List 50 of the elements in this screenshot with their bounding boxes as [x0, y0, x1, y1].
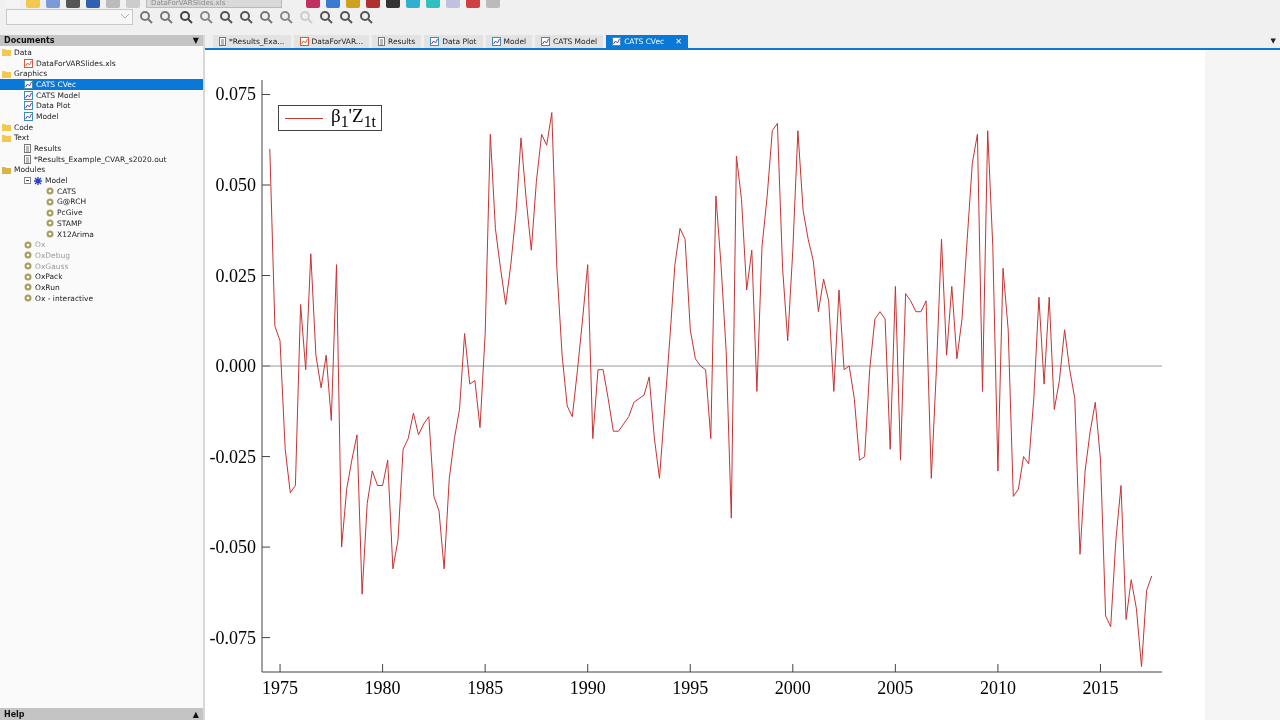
caret-icon	[121, 14, 129, 19]
toolbar-icon[interactable]	[239, 9, 253, 24]
x-tick-label: 2000	[774, 678, 811, 698]
graph-icon	[491, 37, 501, 46]
snowflake-icon	[34, 176, 42, 185]
magnifier-icon[interactable]	[159, 9, 173, 24]
y-tick-label: 0.025	[215, 265, 256, 286]
toolbar-icon[interactable]	[339, 9, 353, 24]
x-tick-label: 1975	[262, 678, 299, 698]
x-tick-label: 1980	[364, 678, 401, 698]
spreadsheet-icon	[24, 58, 33, 68]
graph-icon	[24, 111, 33, 121]
graph-icon	[24, 79, 33, 89]
toolbar-icon[interactable]	[359, 9, 373, 24]
legend-label: β$_{1}$'Z$_{1t}$	[331, 105, 376, 131]
graph-icon	[24, 90, 33, 100]
x-tick-label: 2005	[877, 678, 914, 698]
y-tick-label: -0.075	[209, 627, 256, 648]
x-tick-label: 2010	[979, 678, 1016, 698]
spreadsheet-icon	[299, 37, 309, 46]
y-tick-label: 0.000	[215, 356, 256, 377]
x-tick-label: 1985	[467, 678, 504, 698]
legend-line	[285, 117, 323, 119]
x-tick-label: 1990	[569, 678, 606, 698]
y-tick-label: 0.050	[215, 175, 256, 195]
panel-title: Help	[4, 709, 25, 719]
toolbar-icon[interactable]	[219, 9, 233, 24]
panel-title: Documents	[4, 36, 55, 45]
close-icon[interactable]: ✕	[675, 37, 682, 46]
graph-icon	[612, 37, 622, 46]
graph-icon	[430, 37, 440, 46]
collapse-icon[interactable]	[24, 177, 31, 185]
x-tick-label: 1995	[672, 678, 709, 698]
magnifier-icon[interactable]	[139, 9, 153, 24]
x-tick-label: 2015	[1082, 678, 1119, 698]
document-icon	[219, 37, 226, 46]
document-icon	[378, 37, 386, 46]
toolbar-icon[interactable]	[319, 9, 333, 24]
y-tick-label: 0.075	[215, 84, 256, 105]
y-tick-label: -0.050	[209, 537, 256, 558]
expand-toggle[interactable]: ▲	[192, 709, 199, 719]
folder-icon	[2, 165, 11, 174]
combo-field[interactable]	[6, 8, 133, 25]
graph-icon	[24, 101, 33, 111]
y-tick-label: -0.025	[209, 446, 256, 467]
graph-icon	[541, 37, 551, 46]
folder-icon	[2, 48, 11, 57]
toolbar-icon[interactable]	[179, 9, 193, 24]
magnifier-icon[interactable]	[259, 9, 273, 24]
collapse-toggle[interactable]: ▼	[192, 36, 199, 45]
